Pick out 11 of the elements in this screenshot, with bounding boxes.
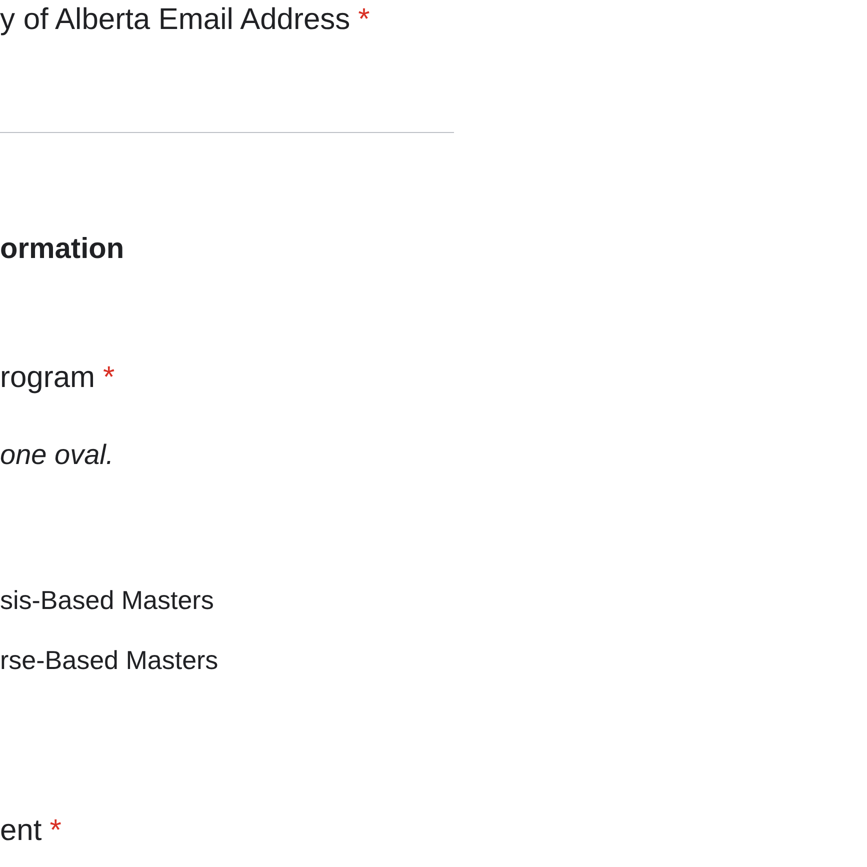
option-label[interactable]: sis-Based Masters bbox=[0, 583, 214, 617]
answer-line[interactable] bbox=[0, 132, 454, 133]
required-asterisk: * bbox=[50, 814, 62, 847]
required-asterisk: * bbox=[103, 361, 115, 394]
section-title: ormation bbox=[0, 232, 126, 267]
instruction-text: one oval. bbox=[0, 438, 115, 472]
required-asterisk: * bbox=[358, 3, 370, 36]
question-label: y of Alberta Email Address * bbox=[0, 2, 371, 38]
question-label: ent * bbox=[0, 813, 62, 849]
option-label[interactable]: rse-Based Masters bbox=[0, 643, 218, 677]
question-label: rogram * bbox=[0, 360, 116, 396]
